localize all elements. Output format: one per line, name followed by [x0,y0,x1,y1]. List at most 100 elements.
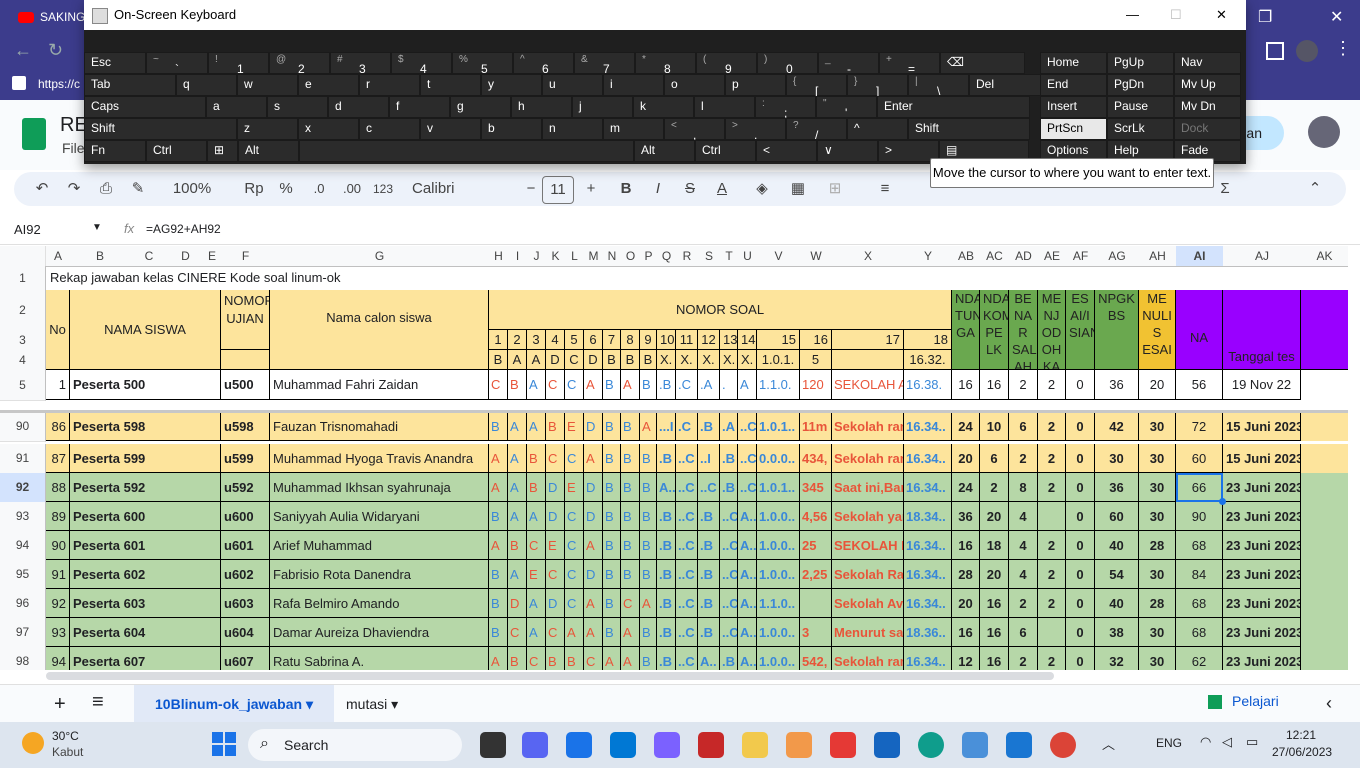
soal-number[interactable]: 9 [640,330,657,350]
answer-cell[interactable]: Sekolah ran [832,647,904,670]
fill-handle[interactable] [1219,498,1226,505]
file-explorer-icon[interactable] [742,732,768,758]
score-af[interactable]: 0 [1066,412,1095,441]
column-header[interactable]: E [203,246,222,267]
osk-key[interactable]: j [572,96,633,118]
score-ab[interactable]: 16 [952,531,980,560]
osk-nav-key[interactable]: Insert [1040,96,1107,118]
score-ae[interactable] [1038,618,1066,647]
answer-cell[interactable]: ..I [698,444,720,473]
row-ak[interactable] [1301,502,1348,531]
header-nomor-soal[interactable]: NOMOR SOAL [489,290,952,330]
answer-cell[interactable]: 1.0.0.. [757,531,800,560]
score-ah[interactable]: 30 [1139,473,1176,502]
score-ad[interactable]: 6 [1009,412,1038,441]
answer-cell[interactable]: .B [698,589,720,618]
score-ag[interactable]: 54 [1095,560,1139,589]
row-no[interactable]: 86 [46,412,70,441]
osk-key[interactable]: x [298,118,359,140]
font-size-input[interactable]: 11 [542,176,574,204]
score-ae[interactable] [1038,502,1066,531]
column-header[interactable]: G [270,246,490,267]
score-ab[interactable]: 36 [952,502,980,531]
answer-cell[interactable]: 16.34.. [904,647,952,670]
text-color-button[interactable]: A [710,172,734,206]
header-ab[interactable]: NDA TUNG GA [952,290,980,370]
osk-nav-key[interactable]: Mv Up [1174,74,1241,96]
font-size-decrease-icon[interactable]: − [520,172,542,206]
answer-cell[interactable]: .C [676,370,698,400]
answer-cell[interactable]: B [621,473,640,502]
osk-nav-key[interactable]: PgDn [1107,74,1174,96]
column-header[interactable]: D [168,246,204,267]
column-header[interactable]: T [720,246,739,267]
answer-cell[interactable]: A [565,618,584,647]
score-ad[interactable]: 6 [1009,618,1038,647]
column-header[interactable]: R [676,246,699,267]
answer-cell[interactable]: A [508,444,527,473]
answer-cell[interactable]: .B [657,618,676,647]
score-ah[interactable]: 30 [1139,412,1176,441]
row-header[interactable]: 96 [0,589,46,619]
row-header[interactable]: 5 [0,370,46,401]
osk-key[interactable]: q [176,74,237,96]
key-answer[interactable]: C [565,350,584,370]
osk-key[interactable]: <, [664,118,725,142]
row-no[interactable]: 90 [46,531,70,560]
row-header[interactable]: 92 [0,473,46,503]
osk-key[interactable]: Ctrl [695,140,756,162]
answer-cell[interactable]: A.. [738,618,757,647]
notepad-icon[interactable] [1006,732,1032,758]
mcafee-icon[interactable] [698,732,724,758]
answer-cell[interactable]: A [527,589,546,618]
osk-nav-key[interactable]: PrtScn [1040,118,1107,140]
answer-cell[interactable]: 16.34.. [904,531,952,560]
answer-cell[interactable]: C [527,531,546,560]
answer-cell[interactable]: 16.34.. [904,589,952,618]
osk-nav-key[interactable]: PgUp [1107,52,1174,74]
osk-key[interactable]: Esc [84,52,146,74]
soal-number[interactable]: 7 [603,330,621,350]
answer-cell[interactable]: B [621,531,640,560]
answer-cell[interactable]: B [640,502,657,531]
column-header[interactable]: B [70,246,131,267]
answer-cell[interactable]: B [603,473,621,502]
start-icon[interactable] [212,732,236,756]
score-ae[interactable]: 2 [1038,589,1066,618]
answer-cell[interactable]: C [565,531,584,560]
osk-key[interactable]: ⊞ [207,140,238,162]
teams-icon[interactable] [522,732,548,758]
answer-cell[interactable]: B [489,618,508,647]
osk-key[interactable]: {[ [786,74,847,98]
row-nama-calon[interactable]: Muhammad Ikhsan syahrunaja [270,473,489,502]
answer-cell[interactable]: B [508,370,527,400]
answer-cell[interactable]: Sekolah ran [832,444,904,473]
soal-number[interactable]: 14 [738,330,757,350]
answer-cell[interactable]: A [640,589,657,618]
score-aj[interactable]: 23 Juni 2023 [1223,647,1301,670]
score-ag[interactable]: 38 [1095,618,1139,647]
osk-nav-key[interactable]: Pause [1107,96,1174,118]
profile-avatar[interactable] [1296,40,1318,62]
osk-nav-key[interactable]: Dock [1174,118,1241,140]
answer-cell[interactable]: B [640,444,657,473]
add-sheet-button[interactable]: + [54,693,66,716]
score-ae[interactable]: 2 [1038,444,1066,473]
row-ak[interactable] [1301,531,1348,560]
score-ac[interactable]: 2 [980,473,1009,502]
row-header[interactable]: 3 [0,330,46,351]
column-header[interactable]: AJ [1223,246,1302,267]
answer-cell[interactable]: B [603,618,621,647]
answer-cell[interactable]: C [546,618,565,647]
answer-cell[interactable]: 16.34.. [904,412,952,441]
answer-cell[interactable]: C [565,444,584,473]
osk-key[interactable]: $4 [391,52,452,76]
row-header[interactable]: 94 [0,531,46,561]
answer-cell[interactable]: D [584,412,603,441]
answer-cell[interactable]: D [584,560,603,589]
score-ag[interactable]: 40 [1095,531,1139,560]
score-ag[interactable]: 30 [1095,444,1139,473]
key-answer[interactable]: B [489,350,508,370]
name-box[interactable]: AI92 [14,222,41,237]
answer-cell[interactable]: ...I [657,412,676,441]
